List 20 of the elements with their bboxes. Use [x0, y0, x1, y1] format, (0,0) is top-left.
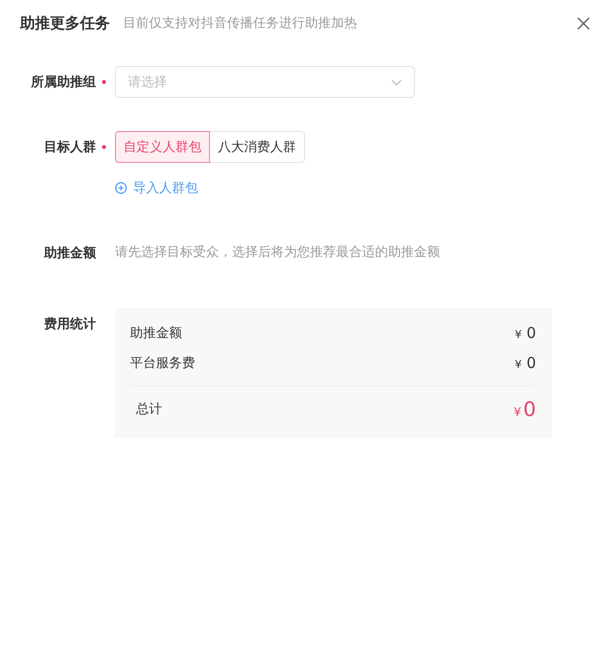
cost-label: 平台服务费: [130, 355, 195, 372]
audience-option[interactable]: 自定义人群包: [115, 131, 210, 163]
import-audience-link[interactable]: 导入人群包: [115, 178, 198, 198]
field-label: 所属助推组: [30, 74, 96, 91]
total-label: 总计: [136, 401, 162, 418]
cost-label: 助推金额: [130, 325, 182, 342]
dialog-subtitle: 目前仅支持对抖音传播任务进行助推加热: [123, 15, 357, 32]
field-label: 助推金额: [42, 244, 96, 262]
total-amount: ¥0: [514, 397, 536, 421]
select-field[interactable]: 请选择: [115, 66, 415, 98]
cost-amount: ¥ 0: [514, 354, 536, 372]
cost-amount: ¥ 0: [514, 324, 536, 342]
chevron-down-icon: [391, 78, 402, 86]
close-icon[interactable]: [577, 16, 590, 30]
plus-circle-icon: [115, 182, 127, 194]
field-label: 费用统计: [43, 316, 96, 333]
dialog-title: 助推更多任务: [20, 14, 110, 32]
audience-option[interactable]: 八大消费人群: [210, 131, 305, 163]
hint-text: 请先选择目标受众，选择后将为您推荐最合适的助推金额: [115, 244, 440, 262]
field-label: 目标人群: [43, 139, 96, 156]
